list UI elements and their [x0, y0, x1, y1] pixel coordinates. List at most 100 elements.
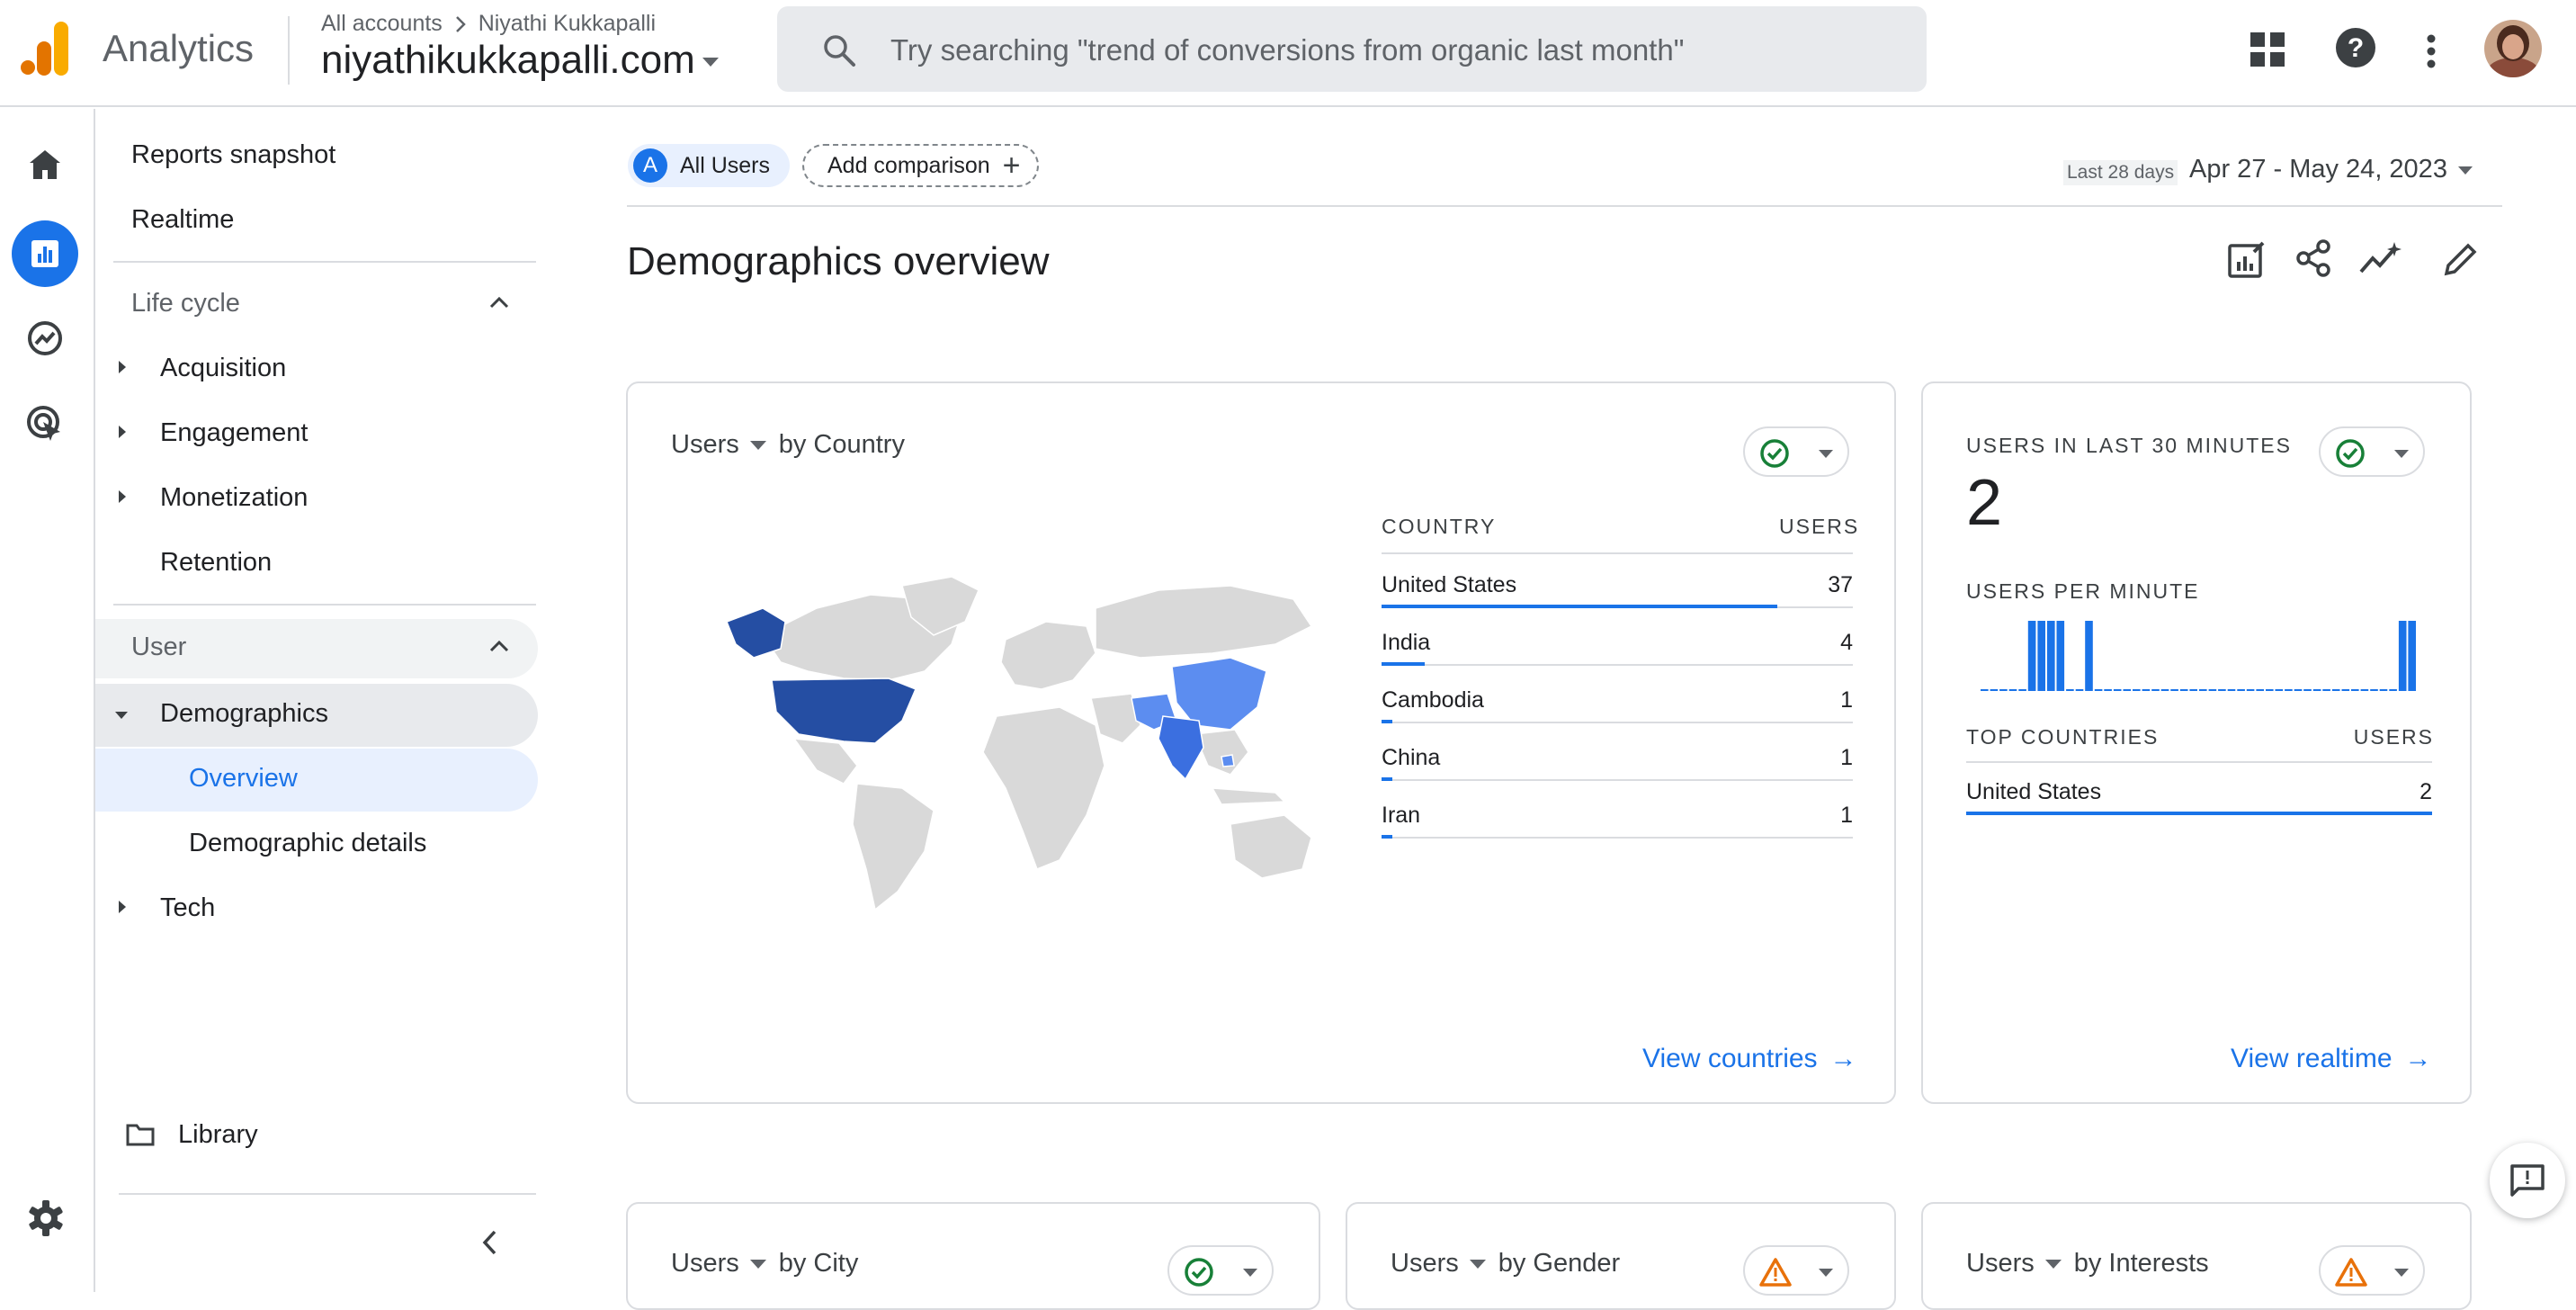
- card-title[interactable]: Users by Interests: [1966, 1249, 2209, 1279]
- per-minute-bar[interactable]: [2275, 689, 2284, 691]
- per-minute-bar[interactable]: [2331, 689, 2340, 691]
- help-icon[interactable]: ?: [2335, 27, 2376, 68]
- breadcrumb-root[interactable]: All accounts: [321, 11, 443, 36]
- per-minute-bar[interactable]: [1990, 689, 1999, 691]
- per-minute-bar[interactable]: [2360, 689, 2369, 691]
- explore-icon[interactable]: [12, 305, 78, 372]
- per-minute-bar[interactable]: [2160, 689, 2169, 691]
- per-minute-bar[interactable]: [2179, 689, 2188, 691]
- country-name[interactable]: China: [1382, 745, 1440, 771]
- per-minute-bar[interactable]: [2047, 621, 2055, 691]
- per-minute-bar[interactable]: [2018, 689, 2026, 691]
- per-minute-bar[interactable]: [2341, 689, 2350, 691]
- per-minute-bar[interactable]: [2237, 689, 2245, 691]
- segment-chip-all-users[interactable]: A All Users: [628, 144, 791, 187]
- col-users-header[interactable]: USERS: [1779, 515, 1857, 539]
- avatar[interactable]: [2484, 20, 2542, 77]
- per-minute-bar[interactable]: [2151, 689, 2160, 691]
- world-map[interactable]: [709, 572, 1320, 914]
- per-minute-bar[interactable]: [2142, 689, 2151, 691]
- feedback-button[interactable]: [2490, 1143, 2565, 1218]
- customize-report-icon[interactable]: [2227, 239, 2267, 279]
- per-minute-bar[interactable]: [2056, 621, 2065, 691]
- per-minute-bar[interactable]: [2389, 689, 2397, 691]
- nav-reports-snapshot[interactable]: Reports snapshot: [131, 140, 335, 170]
- per-minute-bar[interactable]: [2303, 689, 2312, 691]
- per-minute-bar[interactable]: [2294, 689, 2303, 691]
- card-title[interactable]: Users by City: [671, 1249, 858, 1279]
- per-minute-bar[interactable]: [2199, 689, 2207, 691]
- insights-icon[interactable]: [2358, 241, 2402, 277]
- metric-selector[interactable]: Users: [1391, 1249, 1459, 1278]
- nav-tech[interactable]: Tech: [160, 893, 215, 923]
- country-name[interactable]: India: [1382, 630, 1430, 656]
- per-minute-bar[interactable]: [2246, 689, 2255, 691]
- nav-engagement[interactable]: Engagement: [160, 418, 308, 448]
- advertising-icon[interactable]: [12, 390, 78, 457]
- breadcrumb[interactable]: All accounts Niyathi Kukkapalli: [321, 11, 656, 37]
- nav-demographic-details[interactable]: Demographic details: [189, 829, 426, 858]
- per-minute-bar[interactable]: [2379, 689, 2388, 691]
- metric-selector[interactable]: Users: [1966, 1249, 2035, 1278]
- expand-arrow-icon[interactable]: [119, 426, 126, 438]
- date-range-picker[interactable]: Apr 27 - May 24, 2023: [2189, 155, 2473, 184]
- country-name[interactable]: Iran: [1382, 803, 1420, 829]
- col-country-header[interactable]: COUNTRY: [1382, 515, 1496, 539]
- per-minute-bar[interactable]: [2312, 689, 2321, 691]
- expand-arrow-icon[interactable]: [119, 361, 126, 373]
- nav-overview-row[interactable]: [95, 749, 538, 812]
- per-minute-bar[interactable]: [2037, 621, 2045, 691]
- per-minute-bar[interactable]: [2370, 689, 2378, 691]
- per-minute-bar[interactable]: [1981, 689, 1989, 691]
- view-countries-link[interactable]: View countries →: [1642, 1044, 1857, 1074]
- add-comparison-button[interactable]: Add comparison +: [802, 144, 1039, 187]
- per-minute-bar[interactable]: [2085, 621, 2093, 691]
- data-quality-chip[interactable]: [1743, 1245, 1849, 1296]
- reports-icon[interactable]: [12, 220, 78, 287]
- collapse-nav-chevron-left-icon[interactable]: [482, 1230, 496, 1255]
- nav-realtime[interactable]: Realtime: [131, 205, 234, 235]
- nav-retention[interactable]: Retention: [160, 548, 272, 578]
- metric-selector[interactable]: Users: [671, 1249, 739, 1278]
- nav-demographics[interactable]: Demographics: [160, 699, 328, 729]
- nav-overview[interactable]: Overview: [189, 764, 298, 794]
- share-icon[interactable]: [2295, 239, 2331, 277]
- per-minute-bar[interactable]: [2133, 689, 2141, 691]
- per-minute-bar[interactable]: [2094, 689, 2103, 691]
- per-minute-bar[interactable]: [2170, 689, 2178, 691]
- chevron-up-icon[interactable]: [489, 296, 509, 309]
- chevron-up-icon[interactable]: [489, 640, 509, 652]
- per-minute-bar[interactable]: [2266, 689, 2274, 691]
- apps-grid-icon[interactable]: [2250, 32, 2285, 67]
- collapse-arrow-icon[interactable]: [115, 712, 128, 719]
- nav-monetization[interactable]: Monetization: [160, 483, 308, 513]
- country-name[interactable]: United States: [1382, 572, 1516, 598]
- per-minute-bar[interactable]: [2189, 689, 2197, 691]
- nav-section-user[interactable]: User: [131, 633, 186, 662]
- data-quality-chip[interactable]: [2319, 1245, 2425, 1296]
- analytics-logo-icon[interactable]: [20, 22, 70, 76]
- view-realtime-link[interactable]: View realtime →: [2231, 1044, 2432, 1074]
- per-minute-bar[interactable]: [2351, 689, 2359, 691]
- per-minute-bar[interactable]: [2027, 621, 2036, 691]
- per-minute-bar[interactable]: [2256, 689, 2264, 691]
- nav-section-lifecycle[interactable]: Life cycle: [131, 289, 240, 319]
- card-title[interactable]: Users by Gender: [1391, 1249, 1620, 1279]
- per-minute-bar[interactable]: [2227, 689, 2236, 691]
- property-selector[interactable]: niyathikukkapalli.com: [321, 38, 719, 83]
- settings-gear-icon[interactable]: [27, 1199, 65, 1237]
- data-quality-chip[interactable]: [1167, 1245, 1274, 1296]
- metric-selector[interactable]: Users: [671, 430, 739, 459]
- per-minute-bar[interactable]: [2398, 621, 2407, 691]
- data-quality-chip[interactable]: [1743, 426, 1849, 477]
- home-icon[interactable]: [12, 131, 78, 198]
- per-minute-bar[interactable]: [2066, 689, 2074, 691]
- per-minute-bar[interactable]: [2104, 689, 2112, 691]
- per-minute-bar[interactable]: [2322, 689, 2330, 691]
- nav-acquisition[interactable]: Acquisition: [160, 354, 286, 383]
- card-title[interactable]: Users by Country: [671, 430, 905, 460]
- per-minute-bar[interactable]: [2218, 689, 2226, 691]
- expand-arrow-icon[interactable]: [119, 490, 126, 503]
- per-minute-bar[interactable]: [1999, 689, 2008, 691]
- more-vert-icon[interactable]: [2426, 34, 2437, 68]
